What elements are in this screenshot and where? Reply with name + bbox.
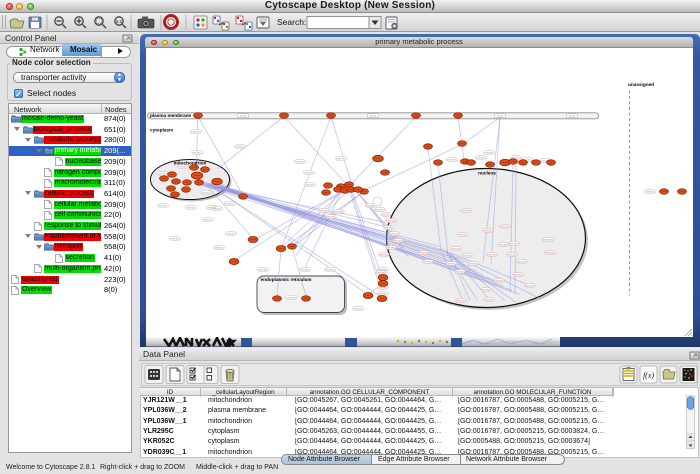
svg-text:YBR283C: YBR283C	[456, 300, 466, 302]
svg-text:YBR283C: YBR283C	[186, 207, 196, 209]
svg-text:f(x): f(x)	[643, 371, 654, 380]
svg-text:YBR283C: YBR283C	[286, 297, 296, 299]
svg-text:[5xx4]: [5xx4]	[370, 115, 376, 117]
svg-text:YBR283C: YBR283C	[462, 255, 472, 257]
svg-text:YBR283C: YBR283C	[192, 152, 202, 154]
svg-text:YBR283C: YBR283C	[484, 152, 494, 154]
svg-text:YBR283C: YBR283C	[235, 146, 245, 148]
svg-text:YBR283C: YBR283C	[458, 234, 468, 236]
svg-text:YBR283C: YBR283C	[483, 230, 493, 232]
svg-text:YBR283C: YBR283C	[525, 285, 535, 287]
svg-text:YBR283C: YBR283C	[389, 233, 399, 235]
svg-text:YBR283C: YBR283C	[509, 243, 519, 245]
svg-text:YBR283C: YBR283C	[178, 166, 188, 168]
svg-text:cytoplasm: cytoplasm	[150, 127, 173, 132]
svg-text:YBR283C: YBR283C	[295, 161, 305, 163]
svg-text:YBR283C: YBR283C	[170, 238, 180, 240]
svg-text:YBR283C: YBR283C	[300, 269, 310, 271]
svg-text:YBR283C: YBR283C	[366, 205, 376, 207]
svg-text:YBR283C: YBR283C	[214, 247, 224, 249]
svg-text:YBR283C: YBR283C	[500, 226, 510, 228]
svg-text:YBR283C: YBR283C	[468, 263, 478, 265]
svg-text:nucleus: nucleus	[478, 170, 496, 175]
svg-text:YBR283C: YBR283C	[226, 233, 236, 235]
svg-text:YBR283C: YBR283C	[423, 261, 433, 263]
svg-text:YBR283C: YBR283C	[517, 261, 527, 263]
svg-text:YBR283C: YBR283C	[386, 247, 396, 249]
svg-text:YBR283C: YBR283C	[446, 263, 456, 265]
svg-text:YBR283C: YBR283C	[334, 211, 344, 213]
svg-text:[5xx4]: [5xx4]	[569, 115, 575, 117]
svg-text:YBR283C: YBR283C	[487, 254, 497, 256]
svg-text:YBR283C: YBR283C	[378, 293, 388, 295]
svg-text:YBR283C: YBR283C	[191, 131, 201, 133]
svg-text:plasma membrane: plasma membrane	[150, 113, 192, 118]
svg-text:YBR283C: YBR283C	[451, 248, 461, 250]
svg-text:YBR283C: YBR283C	[304, 172, 314, 174]
svg-text:YBR283C: YBR283C	[381, 214, 391, 216]
svg-text:mitochondrion: mitochondrion	[174, 160, 207, 165]
svg-text:YBR283C: YBR283C	[498, 244, 508, 246]
svg-text:YBR283C: YBR283C	[336, 158, 346, 160]
svg-text:YBR283C: YBR283C	[461, 210, 471, 212]
svg-text:YBR283C: YBR283C	[305, 184, 315, 186]
svg-text:endoplasmic reticulum: endoplasmic reticulum	[261, 277, 312, 282]
svg-text:YBR283C: YBR283C	[378, 269, 388, 271]
svg-text:YBR283C: YBR283C	[484, 299, 494, 301]
svg-text:YBR283C: YBR283C	[379, 254, 389, 256]
svg-text:YBR283C: YBR283C	[376, 272, 386, 274]
svg-text:YBR283C: YBR283C	[158, 205, 168, 207]
svg-text:YBR283C: YBR283C	[384, 227, 394, 229]
svg-text:YBR283C: YBR283C	[201, 192, 211, 194]
svg-text:YBR283C: YBR283C	[393, 240, 403, 242]
svg-text:YBR283C: YBR283C	[419, 252, 429, 254]
svg-text:YBR283C: YBR283C	[378, 287, 388, 289]
svg-text:[5xx4]: [5xx4]	[497, 115, 503, 117]
svg-text:YBR283C: YBR283C	[494, 280, 504, 282]
svg-text:YBR283C: YBR283C	[545, 252, 555, 254]
svg-text:unassigned: unassigned	[628, 82, 654, 87]
svg-text:1:1: 1:1	[116, 19, 123, 24]
svg-text:YBR283C: YBR283C	[157, 173, 167, 175]
svg-text:YBR283C: YBR283C	[212, 208, 222, 210]
svg-text:YBR283C: YBR283C	[476, 157, 486, 159]
svg-text:YBR283C: YBR283C	[203, 219, 213, 221]
svg-text:YBR283C: YBR283C	[386, 220, 396, 222]
svg-text:YBR283C: YBR283C	[455, 271, 465, 273]
svg-text:Search:: Search:	[277, 17, 306, 27]
svg-text:YBR283C: YBR283C	[325, 269, 335, 271]
svg-text:YBR283C: YBR283C	[645, 191, 655, 193]
svg-text:YBR283C: YBR283C	[326, 216, 336, 218]
svg-text:YBR283C: YBR283C	[225, 203, 235, 205]
svg-text:YBR283C: YBR283C	[353, 308, 363, 310]
svg-text:[5xx4]: [5xx4]	[240, 115, 246, 117]
svg-text:YBR283C: YBR283C	[319, 210, 329, 212]
svg-text:YBR283C: YBR283C	[447, 159, 457, 161]
svg-text:YBR283C: YBR283C	[543, 239, 553, 241]
svg-text:YBR283C: YBR283C	[507, 254, 517, 256]
svg-text:YBR283C: YBR283C	[513, 274, 523, 276]
svg-text:YBR283C: YBR283C	[258, 269, 268, 271]
svg-text:YBR283C: YBR283C	[481, 289, 491, 291]
svg-text:YBR283C: YBR283C	[375, 209, 385, 211]
